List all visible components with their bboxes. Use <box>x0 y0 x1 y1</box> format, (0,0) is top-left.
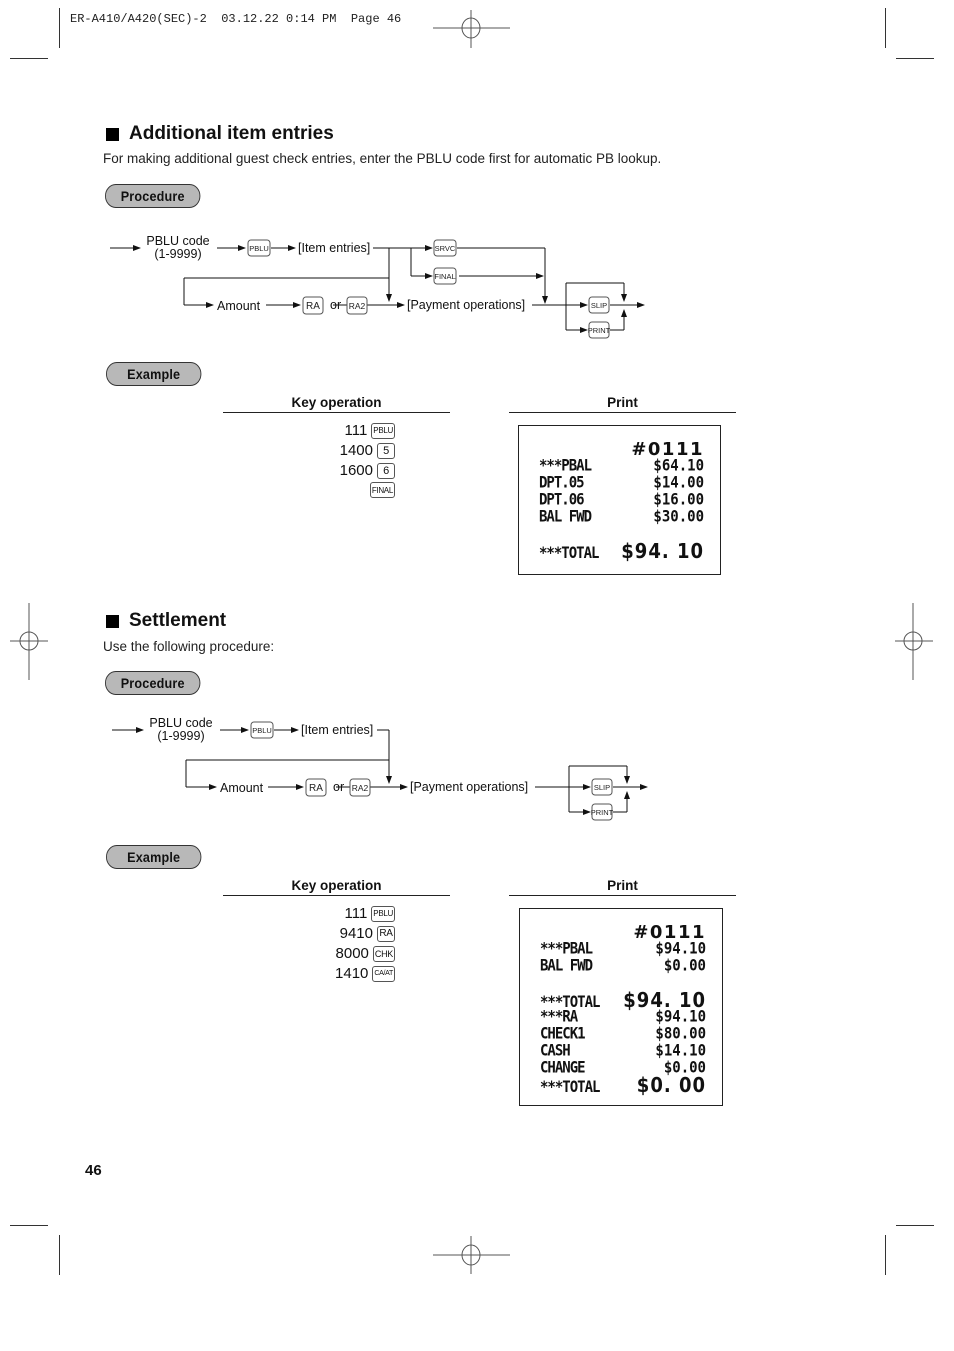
svg-text:RA: RA <box>306 301 320 312</box>
pblu-key-icon: PBLU <box>371 905 395 922</box>
svg-text:PRINT: PRINT <box>588 326 611 335</box>
procedure-badge: Procedure <box>105 671 201 695</box>
svg-text:RA2: RA2 <box>352 783 369 793</box>
section-title-settlement: Settlement <box>106 610 226 632</box>
svg-text:SLIP: SLIP <box>594 783 610 792</box>
key-op-row: 1400 5 <box>340 442 395 459</box>
key-op-value: 1600 <box>339 462 373 479</box>
print-slug: ER-A410/A420(SEC)-2 03.12.22 0:14 PM Pag… <box>70 12 402 26</box>
ra2-key-icon: RA2 <box>346 296 368 315</box>
svg-text:PRINT: PRINT <box>591 808 614 817</box>
flow-start-range: (1-9999) <box>157 729 204 743</box>
receipt-line: CASH $14.10 <box>540 1041 706 1061</box>
key-op-value: 8000 <box>335 945 369 962</box>
pblu-key-icon: PBLU <box>247 239 271 257</box>
print-header: Print <box>509 878 736 896</box>
section-description: For making additional guest check entrie… <box>103 151 662 166</box>
receipt-line: CHECK1 $80.00 <box>540 1024 706 1044</box>
ra-key-icon: RA <box>302 296 324 315</box>
receipt-line: BAL FWD $0.00 <box>540 956 706 976</box>
key-op-row: 1410 CA/AT <box>335 965 395 982</box>
flow-item-entries: [Item entries] <box>301 723 373 737</box>
flow-amount: Amount <box>217 299 261 313</box>
key-op-row: FINAL <box>366 482 395 498</box>
print-key-icon: PRINT <box>588 321 611 339</box>
svg-text:SRVC: SRVC <box>435 244 456 253</box>
ra2-key-icon: RA2 <box>349 778 371 797</box>
flow-payment: [Payment operations] <box>410 780 528 794</box>
section-title-additional-item-entries: Additional item entries <box>106 123 334 145</box>
svg-text:RA: RA <box>309 783 323 794</box>
flow-payment: [Payment operations] <box>407 298 525 312</box>
registration-target-icon <box>433 10 510 48</box>
registration-target-icon <box>433 1236 510 1274</box>
flow-start-label: PBLU code <box>149 716 212 730</box>
section-title-text: Settlement <box>129 610 227 631</box>
key-op-value: 1410 <box>335 965 369 982</box>
srvc-key-icon: SRVC <box>433 239 457 257</box>
receipt-print: #0111 ***PBAL $64.10 DPT.05 $14.00 DPT.06 $… <box>518 425 721 575</box>
procedure-flow-diagram: PBLU code (1-9999) PBLU [Item entries] S… <box>110 234 645 339</box>
flow-start-range: (1-9999) <box>154 247 201 261</box>
key-op-value: 111 <box>344 905 368 922</box>
procedure-badge: Procedure <box>105 184 201 208</box>
key-operation-header: Key operation <box>223 878 450 896</box>
receipt-line: ***RA $94.10 <box>540 1007 706 1027</box>
page-number: 46 <box>85 1162 102 1179</box>
receipt-line: DPT.05 $14.00 <box>539 473 704 493</box>
registration-target-icon <box>10 603 48 680</box>
dept-6-key-icon: 6 <box>377 462 395 479</box>
slip-key-icon: SLIP <box>591 778 613 796</box>
slip-key-icon: SLIP <box>588 296 610 314</box>
pblu-key-icon: PBLU <box>250 721 274 739</box>
section-title-text: Additional item entries <box>129 123 334 144</box>
key-op-row: 111 PBLU <box>344 905 395 922</box>
ra-key-icon: RA <box>377 925 395 942</box>
flow-or: or <box>333 780 344 794</box>
dept-5-key-icon: 5 <box>377 442 395 459</box>
key-op-value: 111 <box>344 422 368 439</box>
flow-or: or <box>330 298 341 312</box>
receipt-line: BAL FWD $30.00 <box>539 507 704 527</box>
key-op-value: 9410 <box>339 925 373 942</box>
chk-key-icon: CHK <box>372 945 395 962</box>
ca-at-key-icon: CA/AT <box>372 965 395 982</box>
key-operation-list: 111 PBLU 9410 RA 8000 CHK 1410 CA/AT <box>223 905 395 995</box>
receipt-line: ***PBAL $94.10 <box>540 939 706 959</box>
procedure-flow-diagram: PBLU code (1-9999) PBLU [Item entries] A… <box>112 716 648 821</box>
receipt-line: DPT.06 $16.00 <box>539 490 704 510</box>
receipt-total: ***TOTAL $94. 10 <box>539 539 704 564</box>
section-description: Use the following procedure: <box>103 639 275 654</box>
print-key-icon: PRINT <box>591 803 614 821</box>
key-op-row: 1600 6 <box>340 462 395 479</box>
svg-text:RA2: RA2 <box>349 301 366 311</box>
svg-text:SLIP: SLIP <box>591 301 607 310</box>
pblu-key-icon: PBLU <box>371 422 395 439</box>
print-header: Print <box>509 395 736 413</box>
svg-text:PBLU: PBLU <box>249 244 269 253</box>
receipt-print: #0111 ***PBAL $94.10 BAL FWD $0.00 ***TOTA… <box>519 908 723 1106</box>
square-bullet-icon <box>106 127 119 141</box>
final-key-icon: FINAL <box>369 482 395 498</box>
receipt-line: ***PBAL $64.10 <box>539 456 704 476</box>
flow-start-label: PBLU code <box>146 234 209 248</box>
key-operation-header: Key operation <box>223 395 450 413</box>
final-key-icon: FINAL <box>433 267 457 285</box>
flow-amount: Amount <box>220 781 264 795</box>
square-bullet-icon <box>106 614 119 628</box>
example-badge: Example <box>106 845 202 869</box>
example-badge: Example <box>106 362 202 386</box>
key-op-row: 8000 CHK <box>336 945 395 962</box>
key-op-row: 111 PBLU <box>344 422 395 439</box>
key-op-value: 1400 <box>339 442 373 459</box>
svg-text:FINAL: FINAL <box>434 272 455 281</box>
registration-target-icon <box>895 603 933 680</box>
receipt-total: ***TOTAL $0. 00 <box>540 1073 706 1098</box>
svg-text:PBLU: PBLU <box>252 726 272 735</box>
key-operation-list: 111 PBLU 1400 5 1600 6 FINAL <box>223 422 395 512</box>
key-op-row: 9410 RA <box>340 925 395 942</box>
ra-key-icon: RA <box>305 778 327 797</box>
flow-item-entries: [Item entries] <box>298 241 370 255</box>
